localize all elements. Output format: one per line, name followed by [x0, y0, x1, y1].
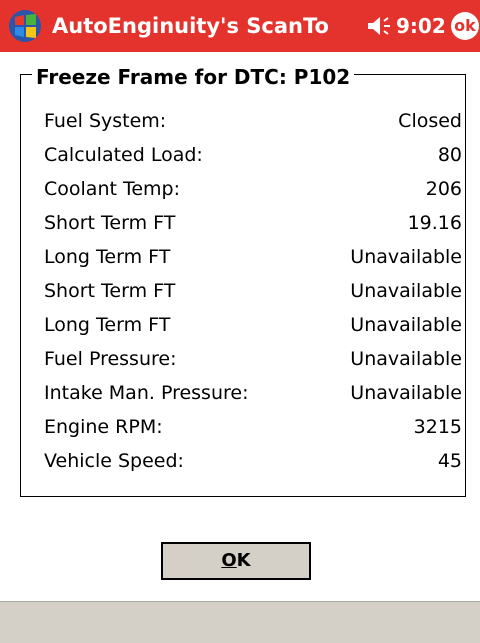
row-label: Calculated Load: [44, 144, 203, 166]
row-label: Long Term FT [44, 246, 171, 268]
row-label: Short Term FT [44, 280, 176, 302]
row-value: 45 [437, 450, 462, 472]
row-value: Unavailable [350, 382, 462, 404]
ok-button[interactable]: OK [161, 542, 311, 580]
row-value: 3215 [413, 416, 462, 438]
clock[interactable]: 9:02 [396, 12, 448, 40]
windows-flag-icon[interactable] [8, 9, 42, 43]
list-item: Vehicle Speed: 45 [44, 448, 462, 482]
row-label: Engine RPM: [44, 416, 163, 438]
list-item: Long Term FT Unavailable [44, 244, 462, 278]
row-value: Unavailable [350, 314, 462, 336]
row-value: 206 [425, 178, 462, 200]
list-item: Fuel Pressure: Unavailable [44, 346, 462, 380]
speaker-icon[interactable] [366, 15, 392, 37]
ok-button-label: K [236, 550, 251, 571]
row-label: Short Term FT [44, 212, 176, 234]
list-item: Short Term FT Unavailable [44, 278, 462, 312]
row-value: Unavailable [350, 280, 462, 302]
menu-bar[interactable] [0, 601, 480, 643]
row-value: Unavailable [350, 348, 462, 370]
list-item: Fuel System: Closed [44, 108, 462, 142]
row-label: Vehicle Speed: [44, 450, 184, 472]
row-label: Fuel System: [44, 110, 167, 132]
title-bar: AutoEnginuity's ScanTo 9:02 ok [0, 0, 480, 52]
row-value: Unavailable [350, 246, 462, 268]
row-value: 19.16 [407, 212, 462, 234]
list-item: Short Term FT 19.16 [44, 210, 462, 244]
group-legend: Freeze Frame for DTC: P102 [32, 65, 355, 89]
list-item: Intake Man. Pressure: Unavailable [44, 380, 462, 414]
row-label: Long Term FT [44, 314, 171, 336]
list-item: Engine RPM: 3215 [44, 414, 462, 448]
list-item: Calculated Load: 80 [44, 142, 462, 176]
title-ok-button[interactable]: ok [451, 12, 479, 40]
list-item: Coolant Temp: 206 [44, 176, 462, 210]
row-value: 80 [437, 144, 462, 166]
app-title: AutoEnginuity's ScanTo [52, 14, 329, 38]
row-label: Fuel Pressure: [44, 348, 177, 370]
ok-accelerator-label: O [221, 550, 237, 571]
row-value: Closed [398, 110, 462, 132]
row-label: Coolant Temp: [44, 178, 181, 200]
freeze-frame-list: Fuel System: Closed Calculated Load: 80 … [44, 108, 462, 482]
row-label: Intake Man. Pressure: [44, 382, 249, 404]
list-item: Long Term FT Unavailable [44, 312, 462, 346]
